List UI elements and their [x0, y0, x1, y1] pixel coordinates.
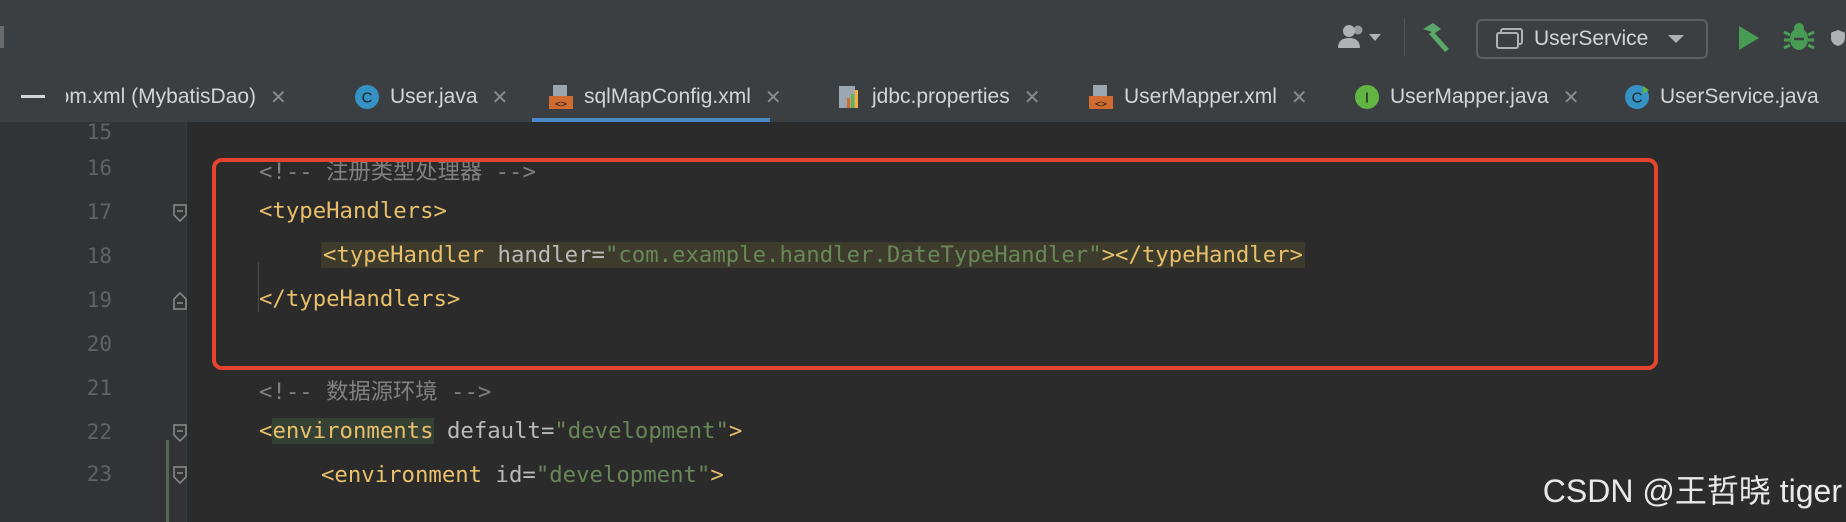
line-number: 19: [86, 288, 112, 312]
line-number: 16: [86, 156, 112, 180]
run-button[interactable]: [1730, 20, 1766, 56]
tabs-container: pom.xml (MybatisDao) ✕ C User.java ✕ <> …: [66, 72, 1846, 122]
run-configuration-select[interactable]: UserService: [1476, 19, 1708, 59]
line-number: 20: [86, 332, 112, 356]
xml-tag-bracket: >: [710, 462, 724, 488]
equals-sign: =: [540, 418, 555, 444]
xml-tag-name: environments: [272, 418, 434, 444]
tab-userservice-java[interactable]: C UserService.java: [1624, 72, 1819, 122]
shield-icon: [1831, 30, 1845, 46]
code-line-21: <!-- 数据源环境 -->: [259, 379, 492, 405]
xml-tag: <environment: [321, 462, 483, 488]
code-line-22: <environments default="development">: [259, 418, 742, 444]
svg-text:I: I: [1365, 90, 1369, 107]
svg-text:<>: <>: [1095, 99, 1107, 110]
close-icon[interactable]: ✕: [270, 85, 287, 110]
xml-value: "development": [554, 418, 729, 444]
window-icon: [1496, 28, 1523, 49]
left-edge-marker: [0, 26, 4, 48]
tab-label: UserMapper.java: [1390, 85, 1549, 108]
play-icon: [1739, 26, 1759, 50]
watermark: CSDN @王哲晓 tiger: [1542, 473, 1842, 509]
close-icon[interactable]: ✕: [765, 85, 782, 110]
fold-marker-icon[interactable]: [173, 424, 187, 442]
svg-text:C: C: [1632, 90, 1643, 107]
hammer-icon: [1423, 23, 1449, 52]
vcs-user-button[interactable]: [1334, 22, 1390, 52]
xml-tag-bracket: >: [728, 418, 743, 444]
tab-label: UserMapper.xml: [1124, 85, 1277, 108]
xml-value: "development": [535, 462, 711, 488]
line-number: 23: [86, 462, 112, 486]
xml-attribute: default: [446, 418, 541, 444]
user-icon: [1338, 25, 1381, 48]
debug-button[interactable]: [1780, 18, 1818, 56]
tab-label: UserService.java: [1660, 85, 1819, 108]
run-config-label: UserService: [1534, 27, 1649, 50]
line-number: 21: [86, 376, 112, 400]
toolbar-separator: [1404, 18, 1405, 56]
tab-sqlmapconfig-xml[interactable]: <> sqlMapConfig.xml ✕: [532, 72, 782, 122]
line-number: 18: [86, 244, 112, 268]
tab-label: sqlMapConfig.xml: [584, 85, 751, 108]
code-line-23: <environment id="development">: [321, 462, 724, 488]
tab-jdbc-properties[interactable]: jdbc.properties ✕: [836, 72, 1041, 122]
gutter-divider: [186, 122, 187, 522]
chevron-down-icon: [1668, 35, 1685, 43]
close-icon[interactable]: ✕: [1563, 85, 1580, 110]
close-icon[interactable]: ✕: [1024, 85, 1041, 110]
fold-marker-icon[interactable]: [173, 292, 187, 310]
svg-text:<>: <>: [555, 99, 567, 110]
side-strip: [0, 122, 66, 522]
interface-icon: I: [1354, 84, 1380, 110]
fold-marker-icon[interactable]: [173, 466, 187, 484]
xml-icon: <>: [1088, 84, 1114, 110]
build-button[interactable]: [1418, 20, 1454, 54]
close-icon[interactable]: ✕: [492, 85, 509, 110]
line-number: 15: [86, 120, 112, 144]
change-marker: [166, 440, 169, 522]
fold-marker-icon[interactable]: [173, 204, 187, 222]
xml-icon: <>: [548, 84, 574, 110]
tab-usermapper-java[interactable]: I UserMapper.java ✕: [1354, 72, 1580, 122]
xml-attribute: id: [495, 462, 523, 488]
properties-icon: [836, 84, 862, 110]
class-icon: C: [1624, 84, 1650, 110]
tab-label: pom.xml (MybatisDao): [66, 85, 257, 108]
tab-pom-xml[interactable]: pom.xml (MybatisDao) ✕: [66, 72, 287, 122]
svg-text:C: C: [362, 90, 373, 107]
editor-tab-bar: pom.xml (MybatisDao) ✕ C User.java ✕ <> …: [0, 72, 1846, 123]
tab-usermapper-xml[interactable]: <> UserMapper.xml ✕: [1088, 72, 1308, 122]
line-number: 22: [86, 420, 112, 444]
close-icon[interactable]: ✕: [1291, 85, 1308, 110]
coverage-button[interactable]: [1830, 20, 1846, 56]
bug-icon: [1783, 23, 1815, 50]
equals-sign: =: [522, 462, 536, 488]
minus-icon: [21, 95, 45, 98]
tab-label: jdbc.properties: [872, 85, 1010, 108]
main-toolbar: UserService: [0, 0, 1846, 72]
tab-user-java[interactable]: C User.java ✕: [354, 72, 508, 122]
line-number: 17: [86, 200, 112, 224]
tab-label: User.java: [390, 85, 478, 108]
xml-tag-bracket: <: [259, 418, 273, 444]
class-icon: C: [354, 84, 380, 110]
collapse-button[interactable]: [0, 72, 66, 122]
highlight-annotation-box: [212, 158, 1658, 370]
